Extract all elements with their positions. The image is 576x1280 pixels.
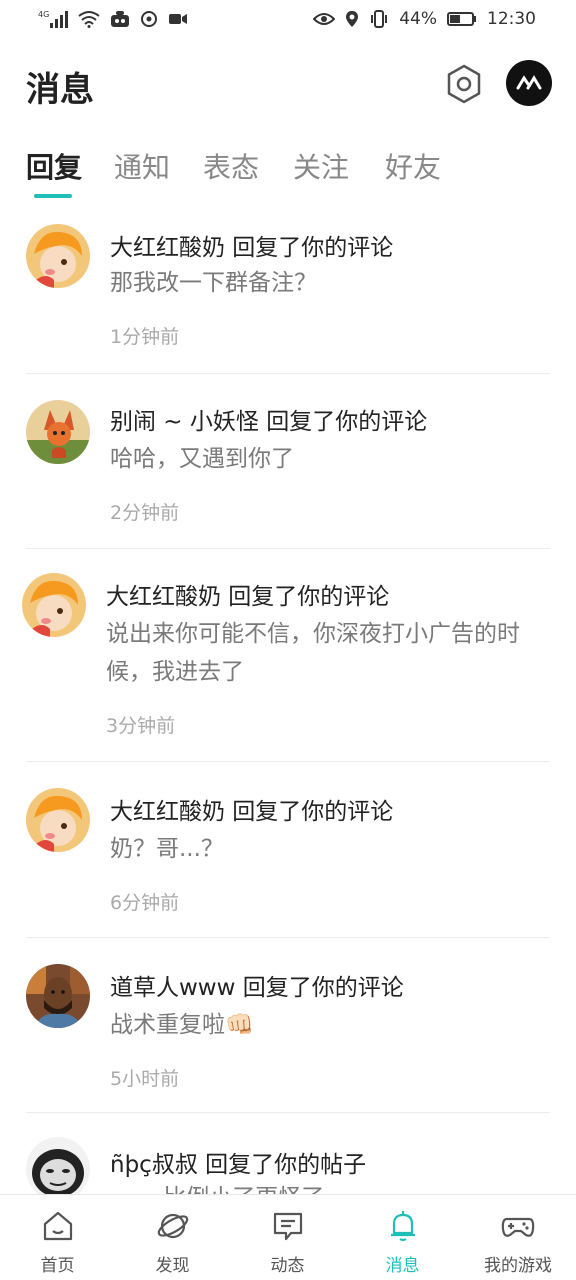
message-body: 说出来你可能不信，你深夜打小广告的时候，我进去了 (106, 621, 520, 685)
tab-notice[interactable]: 通知 (114, 146, 170, 186)
message-body: 奶？哥...？ (110, 836, 224, 862)
location-icon (345, 8, 359, 30)
message-title: 别闹 ~ 小妖怪 回复了你的评论 (110, 409, 428, 435)
vpn-icon (110, 8, 130, 30)
header: 消息 (0, 52, 576, 122)
tab-friends[interactable]: 好友 (385, 146, 441, 186)
message-title: ñþç叔叔 回复了你的帖子 (110, 1152, 367, 1178)
status-bar: 4G 44% 12:30 (0, 0, 576, 40)
nav-label: 动态 (270, 1256, 305, 1276)
list-item[interactable]: 大红红酸奶 回复了你的评论 奶？哥...？ 6分钟前 (0, 762, 576, 938)
message-title: 大红红酸奶 回复了你的评论 (110, 235, 394, 261)
nav-item-my-games[interactable]: 我的游戏 (460, 1195, 576, 1280)
message-body: 战术重复啦👊🏻 (110, 1012, 254, 1038)
signal-icon: 4G (38, 8, 68, 30)
message-time: 3分钟前 (106, 715, 176, 737)
tab-follow[interactable]: 关注 (293, 146, 349, 186)
clock: 12:30 (487, 9, 536, 29)
gamepad-icon (501, 1217, 535, 1237)
nav-label: 发现 (155, 1256, 190, 1276)
nav-label: 消息 (385, 1256, 420, 1276)
nav-item-home[interactable]: 首页 (0, 1195, 115, 1280)
settings-icon (447, 64, 481, 104)
active-tab-indicator (34, 194, 72, 198)
message-title: 道草人www 回复了你的评论 (110, 975, 404, 1001)
message-body: 那我改一下群备注？ (110, 270, 317, 296)
list-item[interactable]: 别闹 ~ 小妖怪 回复了你的评论 哈哈，又遇到你了 2分钟前 (0, 374, 576, 549)
nav-label: 我的游戏 (484, 1256, 552, 1276)
list-item[interactable]: 大红红酸奶 回复了你的评论 那我改一下群备注？ 1分钟前 (0, 202, 576, 374)
avatar[interactable] (26, 1137, 90, 1201)
home-icon (43, 1211, 72, 1241)
message-title: 大红红酸奶 回复了你的评论 (106, 584, 390, 610)
svg-text:4G: 4G (38, 10, 49, 19)
video-icon (168, 8, 188, 30)
vibrate-icon (369, 8, 389, 30)
avatar[interactable] (22, 573, 86, 637)
list-item[interactable]: 大红红酸奶 回复了你的评论 说出来你可能不信，你深夜打小广告的时候，我进去了 3… (0, 549, 576, 762)
discover-icon (157, 1213, 188, 1239)
tab-reply[interactable]: 回复 (26, 146, 82, 186)
tab-reaction[interactable]: 表态 (203, 146, 259, 186)
app-logo-icon (516, 75, 542, 90)
bell-icon (390, 1211, 415, 1242)
message-title: 大红红酸奶 回复了你的评论 (110, 799, 394, 825)
list-item[interactable]: 道草人www 回复了你的评论 战术重复啦👊🏻 5小时前 (0, 938, 576, 1113)
bottom-nav: 首页 发现 动态 消息 我的游戏 (0, 1194, 576, 1280)
nav-item-messages[interactable]: 消息 (345, 1195, 460, 1280)
message-time: 1分钟前 (110, 326, 180, 348)
message-tabs: 回复 通知 表态 关注 好友 (0, 140, 576, 200)
wifi-icon (78, 8, 100, 30)
page-title: 消息 (26, 70, 94, 110)
avatar[interactable] (26, 964, 90, 1028)
message-time: 5小时前 (110, 1068, 180, 1090)
avatar[interactable] (26, 788, 90, 852)
avatar[interactable] (26, 224, 90, 288)
message-time: 2分钟前 (110, 502, 180, 524)
feed-icon (273, 1212, 302, 1241)
screen: 4G 44% 12:30 消息 回复 通知 表态 关注 好友 大红红酸奶 回复了… (0, 0, 576, 1280)
nav-label: 首页 (40, 1256, 75, 1276)
settings-button[interactable] (442, 62, 486, 106)
sync-icon (140, 8, 158, 30)
nav-item-discover[interactable]: 发现 (115, 1195, 230, 1280)
battery-percent: 44% (399, 9, 437, 29)
message-time: 6分钟前 (110, 892, 180, 914)
nav-item-feed[interactable]: 动态 (230, 1195, 345, 1280)
eye-icon (313, 8, 336, 30)
battery-icon (447, 8, 477, 30)
app-badge-button[interactable] (506, 60, 552, 106)
message-body: 哈哈，又遇到你了 (110, 446, 294, 472)
avatar[interactable] (26, 400, 90, 464)
